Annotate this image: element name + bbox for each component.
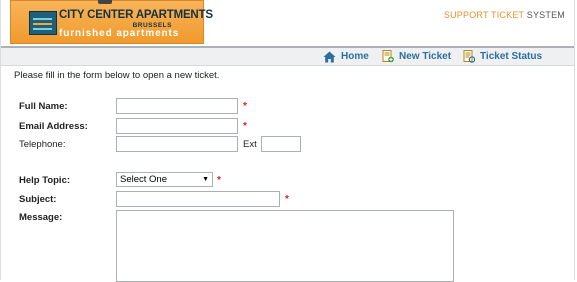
logo-tab [98, 0, 112, 4]
nav-bar: Home New Ticket Ticket Status [1, 48, 574, 66]
system-title-rest: SYSTEM [524, 10, 565, 20]
help-topic-required: * [217, 175, 221, 186]
ticket-status-icon [463, 50, 475, 63]
nav-ticket-status[interactable]: Ticket Status [463, 49, 542, 64]
logo-name: CITY CENTER APARTMENTS [59, 9, 213, 21]
email-required: * [243, 121, 247, 132]
help-topic-label: Help Topic: [19, 175, 71, 186]
email-input[interactable] [116, 118, 238, 134]
message-label: Message: [19, 212, 63, 223]
home-icon [323, 51, 336, 62]
nav-new-ticket-label: New Ticket [399, 51, 452, 62]
dropdown-arrow-icon: ▼ [202, 176, 209, 183]
nav-home[interactable]: Home [323, 49, 369, 64]
telephone-input[interactable] [116, 136, 238, 152]
logo-subtitle: furnished apartments [59, 28, 180, 39]
intro-text: Please fill in the form below to open a … [14, 70, 220, 81]
help-topic-select[interactable]: Select One ▼ [116, 172, 213, 187]
subject-required: * [285, 194, 289, 205]
message-textarea[interactable] [116, 210, 454, 282]
help-topic-selected: Select One [120, 174, 167, 185]
full-name-input[interactable] [116, 98, 238, 114]
site-logo[interactable]: CITY CENTER APARTMENTS BRUSSELS furnishe… [10, 0, 213, 44]
email-label: Email Address: [19, 121, 88, 132]
telephone-label: Telephone: [19, 139, 66, 150]
ext-label: Ext [243, 139, 257, 150]
full-name-label: Full Name: [19, 101, 68, 112]
ext-input[interactable] [261, 136, 301, 152]
full-name-required: * [243, 101, 247, 112]
subject-label: Subject: [19, 194, 57, 205]
subject-input[interactable] [116, 191, 280, 207]
logo-badge-icon [29, 11, 57, 35]
system-title-accent: SUPPORT TICKET [443, 10, 525, 20]
new-ticket-icon [382, 50, 394, 63]
nav-new-ticket[interactable]: New Ticket [382, 49, 451, 64]
nav-home-label: Home [341, 51, 369, 62]
nav-ticket-status-label: Ticket Status [480, 51, 543, 62]
system-title: SUPPORT TICKET SYSTEM [444, 10, 565, 20]
